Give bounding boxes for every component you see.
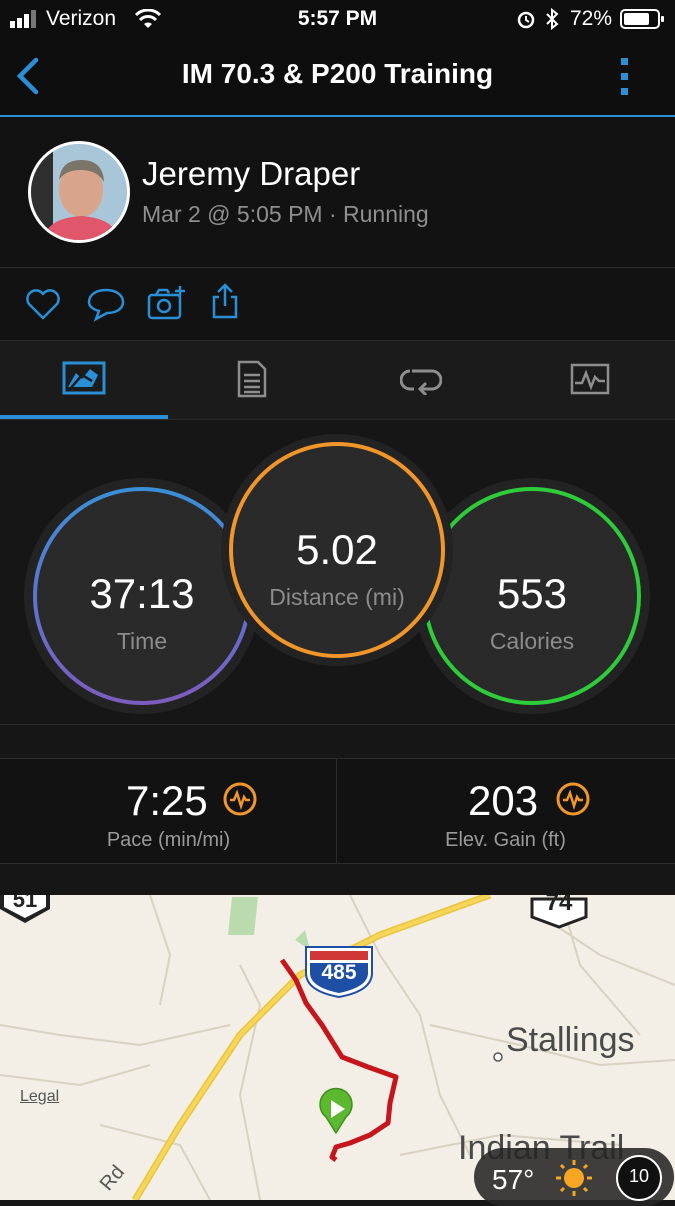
details-icon [237,360,267,398]
uv-index-value: 10 [628,1166,650,1186]
comment-button[interactable] [86,286,126,322]
share-icon [212,283,238,319]
pace-label: Pace (min/mi) [106,829,231,851]
camera-plus-icon [147,286,185,320]
pace-value: 7:25 [126,777,208,824]
tab-charts[interactable] [504,341,675,415]
add-photo-button[interactable] [146,284,188,322]
map-icon [62,361,106,395]
distance-value: 5.02 [296,526,378,573]
alarm-icon [517,11,535,29]
route-74-label: 74 [545,895,573,916]
weather-temp: 57° [492,1164,535,1195]
calories-label: Calories [489,628,575,654]
legal-link[interactable]: Legal [20,1088,59,1106]
heart-icon [26,289,60,320]
more-options-button[interactable] [610,52,640,100]
laps-icon [400,369,442,395]
map-label-stallings: Stallings [506,1021,635,1059]
tab-laps[interactable] [336,341,504,415]
page-title: IM 70.3 & P200 Training [181,58,494,89]
nav-bar: IM 70.3 & P200 Training [0,38,675,117]
activity-meta: Mar 2 @ 5:05 PM · Running [142,201,429,227]
user-name[interactable]: Jeremy Draper [142,155,360,193]
elev-gain-value: 203 [468,777,539,824]
stats-row: 7:25 Pace (min/mi) 203 Elev. Gain (ft) [0,758,675,864]
summary-rings: 37:13 Time 553 Calories 5.02 Distance (m… [0,420,675,725]
like-button[interactable] [24,286,62,322]
avatar-photo [31,144,127,240]
tab-details[interactable] [168,341,336,415]
activity-header: Jeremy Draper Mar 2 @ 5:05 PM · Running [0,117,675,268]
bluetooth-icon [546,8,559,30]
share-button[interactable] [210,282,240,320]
status-bar: Verizon 5:57 PM 72% [0,0,675,38]
route-485-label: 485 [321,961,357,984]
active-tab-indicator [0,415,168,419]
tab-map[interactable] [0,341,168,415]
time-value: 37:13 [89,570,195,617]
route-51-label: 51 [12,895,38,912]
calories-value: 553 [496,570,568,617]
battery-percent: 72% [570,7,613,30]
chart-icon [570,363,610,395]
pace-insight-icon[interactable] [222,781,258,817]
battery-icon [620,9,664,29]
action-bar [0,268,675,341]
avatar[interactable] [28,141,130,243]
sun-icon [556,1160,592,1196]
weather-badge[interactable]: 57° 10 [474,1148,674,1206]
elev-insight-icon[interactable] [555,781,591,817]
elev-gain-label: Elev. Gain (ft) [445,829,566,851]
time-label: Time [116,628,168,654]
vertical-dots-icon [621,58,628,95]
comment-icon [87,288,125,322]
tab-bar [0,341,675,420]
distance-label: Distance (mi) [269,584,405,610]
